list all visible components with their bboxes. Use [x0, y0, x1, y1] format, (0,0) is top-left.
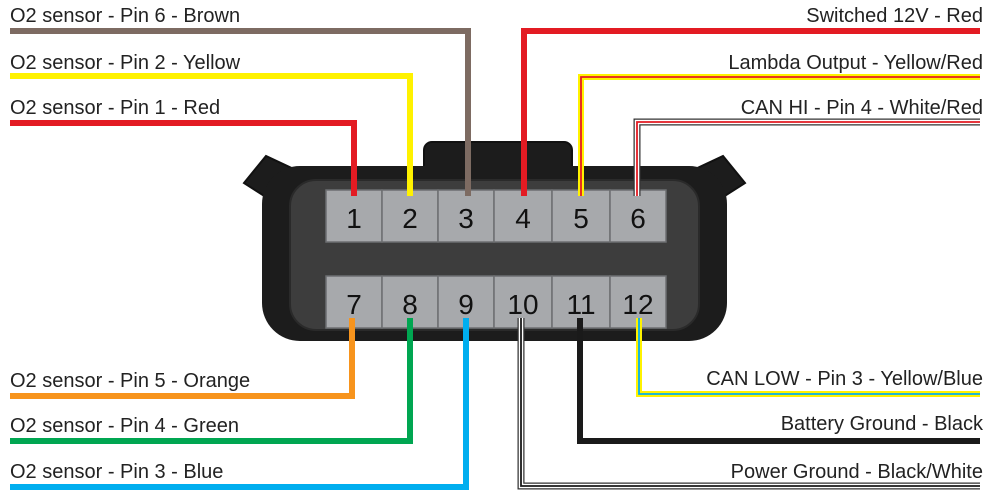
pin-number-8: 8 — [402, 289, 418, 320]
pin-number-7: 7 — [346, 289, 362, 320]
label-pin3: O2 sensor - Pin 6 - Brown — [10, 5, 241, 27]
label-pin8: O2 sensor - Pin 4 - Green — [10, 415, 239, 437]
pin-number-5: 5 — [573, 203, 589, 234]
label-pin12: CAN LOW - Pin 3 - Yellow/Blue — [706, 368, 983, 390]
label-pin4: Switched 12V - Red — [806, 5, 983, 27]
label-pin2: O2 sensor - Pin 2 - Yellow — [10, 52, 241, 74]
pin-number-9: 9 — [458, 289, 474, 320]
pin-number-2: 2 — [402, 203, 418, 234]
pin-number-11: 11 — [566, 289, 595, 320]
label-pin5: Lambda Output - Yellow/Red — [728, 52, 983, 74]
pin-number-1: 1 — [346, 203, 362, 234]
pin-number-12: 12 — [622, 289, 653, 320]
pin-number-3: 3 — [458, 203, 474, 234]
pin-number-10: 10 — [507, 289, 538, 320]
pin-number-4: 4 — [515, 203, 531, 234]
pin-number-6: 6 — [630, 203, 646, 234]
label-pin9: O2 sensor - Pin 3 - Blue — [10, 461, 224, 483]
label-pin6: CAN HI - Pin 4 - White/Red — [740, 97, 983, 119]
label-pin11: Battery Ground - Black — [780, 413, 983, 435]
label-pin1: O2 sensor - Pin 1 - Red — [10, 97, 221, 119]
label-pin10: Power Ground - Black/White — [730, 461, 983, 483]
label-pin7: O2 sensor - Pin 5 - Orange — [10, 370, 251, 392]
